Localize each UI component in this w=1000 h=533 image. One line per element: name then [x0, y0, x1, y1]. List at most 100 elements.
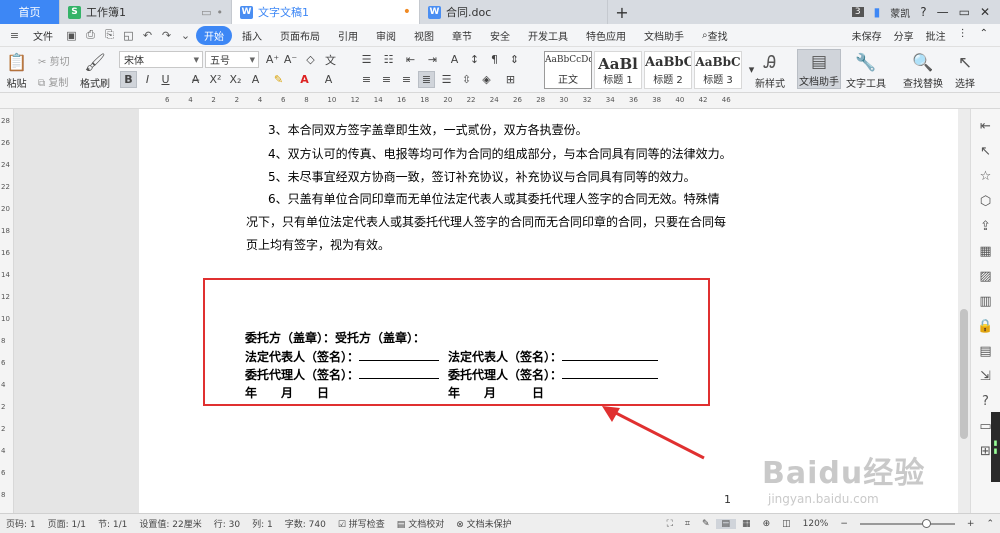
clause-4[interactable]: 4、双方认可的传真、电报等均可作为合同的组成部分，与本合同具有同等的法律效力。	[268, 145, 732, 162]
tab-developer[interactable]: 开发工具	[520, 26, 576, 45]
tab-doc-assistant[interactable]: 文档助手	[636, 26, 692, 45]
minimize-icon[interactable]: —	[937, 5, 949, 19]
shrink-font-icon[interactable]: A⁻	[282, 51, 299, 68]
clause-3[interactable]: 3、本合同双方签字盖章即生效，一式贰份，双方各执壹份。	[268, 121, 588, 138]
menu-file[interactable]: 文件	[25, 26, 61, 45]
zoom-slider[interactable]	[859, 518, 955, 528]
save-icon[interactable]: ▣	[63, 27, 80, 44]
align-right-icon[interactable]: ≡	[398, 71, 415, 88]
collapse-panel-icon[interactable]: ⇤	[977, 117, 995, 135]
underline-icon[interactable]: U	[157, 71, 174, 88]
superscript-icon[interactable]: X²	[207, 71, 224, 88]
signature-rep-left[interactable]: 法定代表人（签名）：	[245, 348, 440, 365]
style-heading-2[interactable]: AaBbC 标题 2	[644, 51, 692, 89]
page-view-icon[interactable]: ▤	[715, 518, 737, 529]
distribute-icon[interactable]: ☰	[438, 71, 455, 88]
font-name-select[interactable]: 宋体 ▼	[119, 51, 203, 68]
export-icon[interactable]: ⇲	[977, 367, 995, 385]
user-name[interactable]: 蒙凯	[890, 5, 910, 20]
signature-agent-left[interactable]: 委托代理人（签名）：	[245, 366, 440, 383]
justify-icon[interactable]: ≣	[418, 71, 435, 88]
clause-5[interactable]: 5、未尽事宜经双方协商一致，签订补充协议，补充协议与合同具有同等的效力。	[268, 168, 696, 185]
zoom-out-icon[interactable]: −	[834, 519, 854, 529]
select-button[interactable]: ↖ 选择	[950, 51, 980, 90]
tab-page-layout[interactable]: 页面布局	[272, 26, 328, 45]
scrollbar-thumb[interactable]	[960, 309, 968, 439]
highlight-icon[interactable]: ✎	[270, 71, 287, 88]
star-icon[interactable]: ☆	[977, 167, 995, 185]
focus-icon[interactable]: ⌗	[679, 519, 696, 529]
copy-button[interactable]: ⧉ 复制	[38, 74, 68, 89]
tab-review[interactable]: 审阅	[368, 26, 404, 45]
tab-insert[interactable]: 插入	[234, 26, 270, 45]
status-col[interactable]: 列: 1	[246, 517, 279, 530]
zoom-level[interactable]: 120%	[797, 519, 835, 529]
tab-contract[interactable]: W 合同.doc	[420, 0, 608, 24]
status-pages[interactable]: 页面: 1/1	[42, 517, 92, 530]
collapse-icon[interactable]: ⌃	[980, 28, 988, 43]
zoom-knob[interactable]	[921, 518, 931, 528]
border-icon[interactable]: ⊞	[502, 71, 519, 88]
new-tab-button[interactable]: +	[608, 0, 636, 24]
close-window-icon[interactable]: ✕	[980, 5, 990, 19]
bold-icon[interactable]: B	[120, 71, 137, 88]
show-marks-icon[interactable]: ¶	[486, 51, 503, 68]
tab-start[interactable]: 开始	[196, 25, 232, 45]
help-icon[interactable]: ?	[920, 5, 926, 19]
status-section[interactable]: 节: 1/1	[92, 517, 133, 530]
window-count-badge[interactable]: 3	[851, 7, 864, 17]
tab-chapter[interactable]: 章节	[444, 26, 480, 45]
new-style-button[interactable]: Ꭿ 新样式	[750, 51, 790, 90]
search-menu[interactable]: ⌕ 查找	[694, 26, 736, 45]
table-icon[interactable]: ▦	[977, 242, 995, 260]
chinese-layout-icon[interactable]: A	[446, 51, 463, 68]
shape-icon[interactable]: ⬡	[977, 192, 995, 210]
indent-icon[interactable]: ⇥	[424, 51, 441, 68]
italic-icon[interactable]: I	[139, 71, 156, 88]
account-icon[interactable]: ▮	[874, 5, 881, 19]
monitor-icon[interactable]: ▭	[201, 6, 211, 19]
help-icon[interactable]: ?	[977, 392, 995, 410]
numbered-list-icon[interactable]: ☷	[380, 51, 397, 68]
status-page-code[interactable]: 页码: 1	[0, 517, 42, 530]
sort-icon[interactable]: ↕	[466, 51, 483, 68]
shading-icon[interactable]: ◈	[478, 71, 495, 88]
lock-icon[interactable]: 🔒	[977, 317, 995, 335]
image-icon[interactable]: ▨	[977, 267, 995, 285]
chart-icon[interactable]: ▥	[977, 292, 995, 310]
status-row[interactable]: 行: 30	[208, 517, 246, 530]
outdent-icon[interactable]: ⇤	[402, 51, 419, 68]
tab-features[interactable]: 特色应用	[578, 26, 634, 45]
document-icon[interactable]: ▤	[977, 342, 995, 360]
status-setting[interactable]: 设置值: 22厘米	[133, 517, 207, 530]
subscript-icon[interactable]: X₂	[227, 71, 244, 88]
status-words[interactable]: 字数: 740	[279, 517, 332, 530]
fullscreen-icon[interactable]: ⛶	[661, 519, 679, 529]
tab-workbook[interactable]: S 工作簿1 ▭ •	[60, 0, 232, 24]
grow-font-icon[interactable]: A⁺	[264, 51, 281, 68]
more-icon[interactable]: ⋮	[958, 28, 968, 43]
bullet-list-icon[interactable]: ☰	[358, 51, 375, 68]
spell-check-button[interactable]: ☑ 拼写检查	[332, 517, 391, 530]
web-view-icon[interactable]: ▦	[736, 519, 757, 529]
align-center-icon[interactable]: ≡	[378, 71, 395, 88]
comment-button[interactable]: 批注	[926, 28, 946, 43]
tab-view[interactable]: 视图	[406, 26, 442, 45]
cursor-icon[interactable]: ↖	[977, 142, 995, 160]
text-effect-icon[interactable]: A	[247, 71, 264, 88]
print-icon[interactable]: ⎘	[101, 27, 118, 44]
proofread-button[interactable]: ▤ 文档校对	[391, 517, 450, 530]
vertical-ruler[interactable]: 28 26 24 22 20 18 16 14 12 10 8 6 4 2 2 4 6 8	[0, 109, 14, 513]
tab-references[interactable]: 引用	[330, 26, 366, 45]
signature-date-left[interactable]: 年 月 日	[245, 384, 329, 401]
clause-6-line-2[interactable]: 况下，只有单位法定代表人或其委托代理人签字的合同而无合同印章的合同，只要在合同每	[246, 213, 726, 230]
signature-rep-right[interactable]: 法定代表人（签名）：	[448, 348, 659, 365]
clear-format-icon[interactable]: ◇	[302, 51, 319, 68]
maximize-icon[interactable]: ▭	[959, 5, 970, 19]
signature-parties[interactable]: 委托方（盖章）：受托方（盖章）：	[245, 329, 425, 346]
clause-6[interactable]: 6、只盖有单位合同印章而无单位法定代表人或其委托代理人签字的合同无效。特殊情	[268, 190, 720, 207]
pinyin-icon[interactable]: 文	[322, 51, 339, 68]
protect-button[interactable]: ⊗ 文档未保护	[450, 517, 517, 530]
format-painter-button[interactable]: 🖌 格式刷	[80, 51, 110, 90]
style-heading-3[interactable]: AaBbC 标题 3	[694, 51, 742, 89]
